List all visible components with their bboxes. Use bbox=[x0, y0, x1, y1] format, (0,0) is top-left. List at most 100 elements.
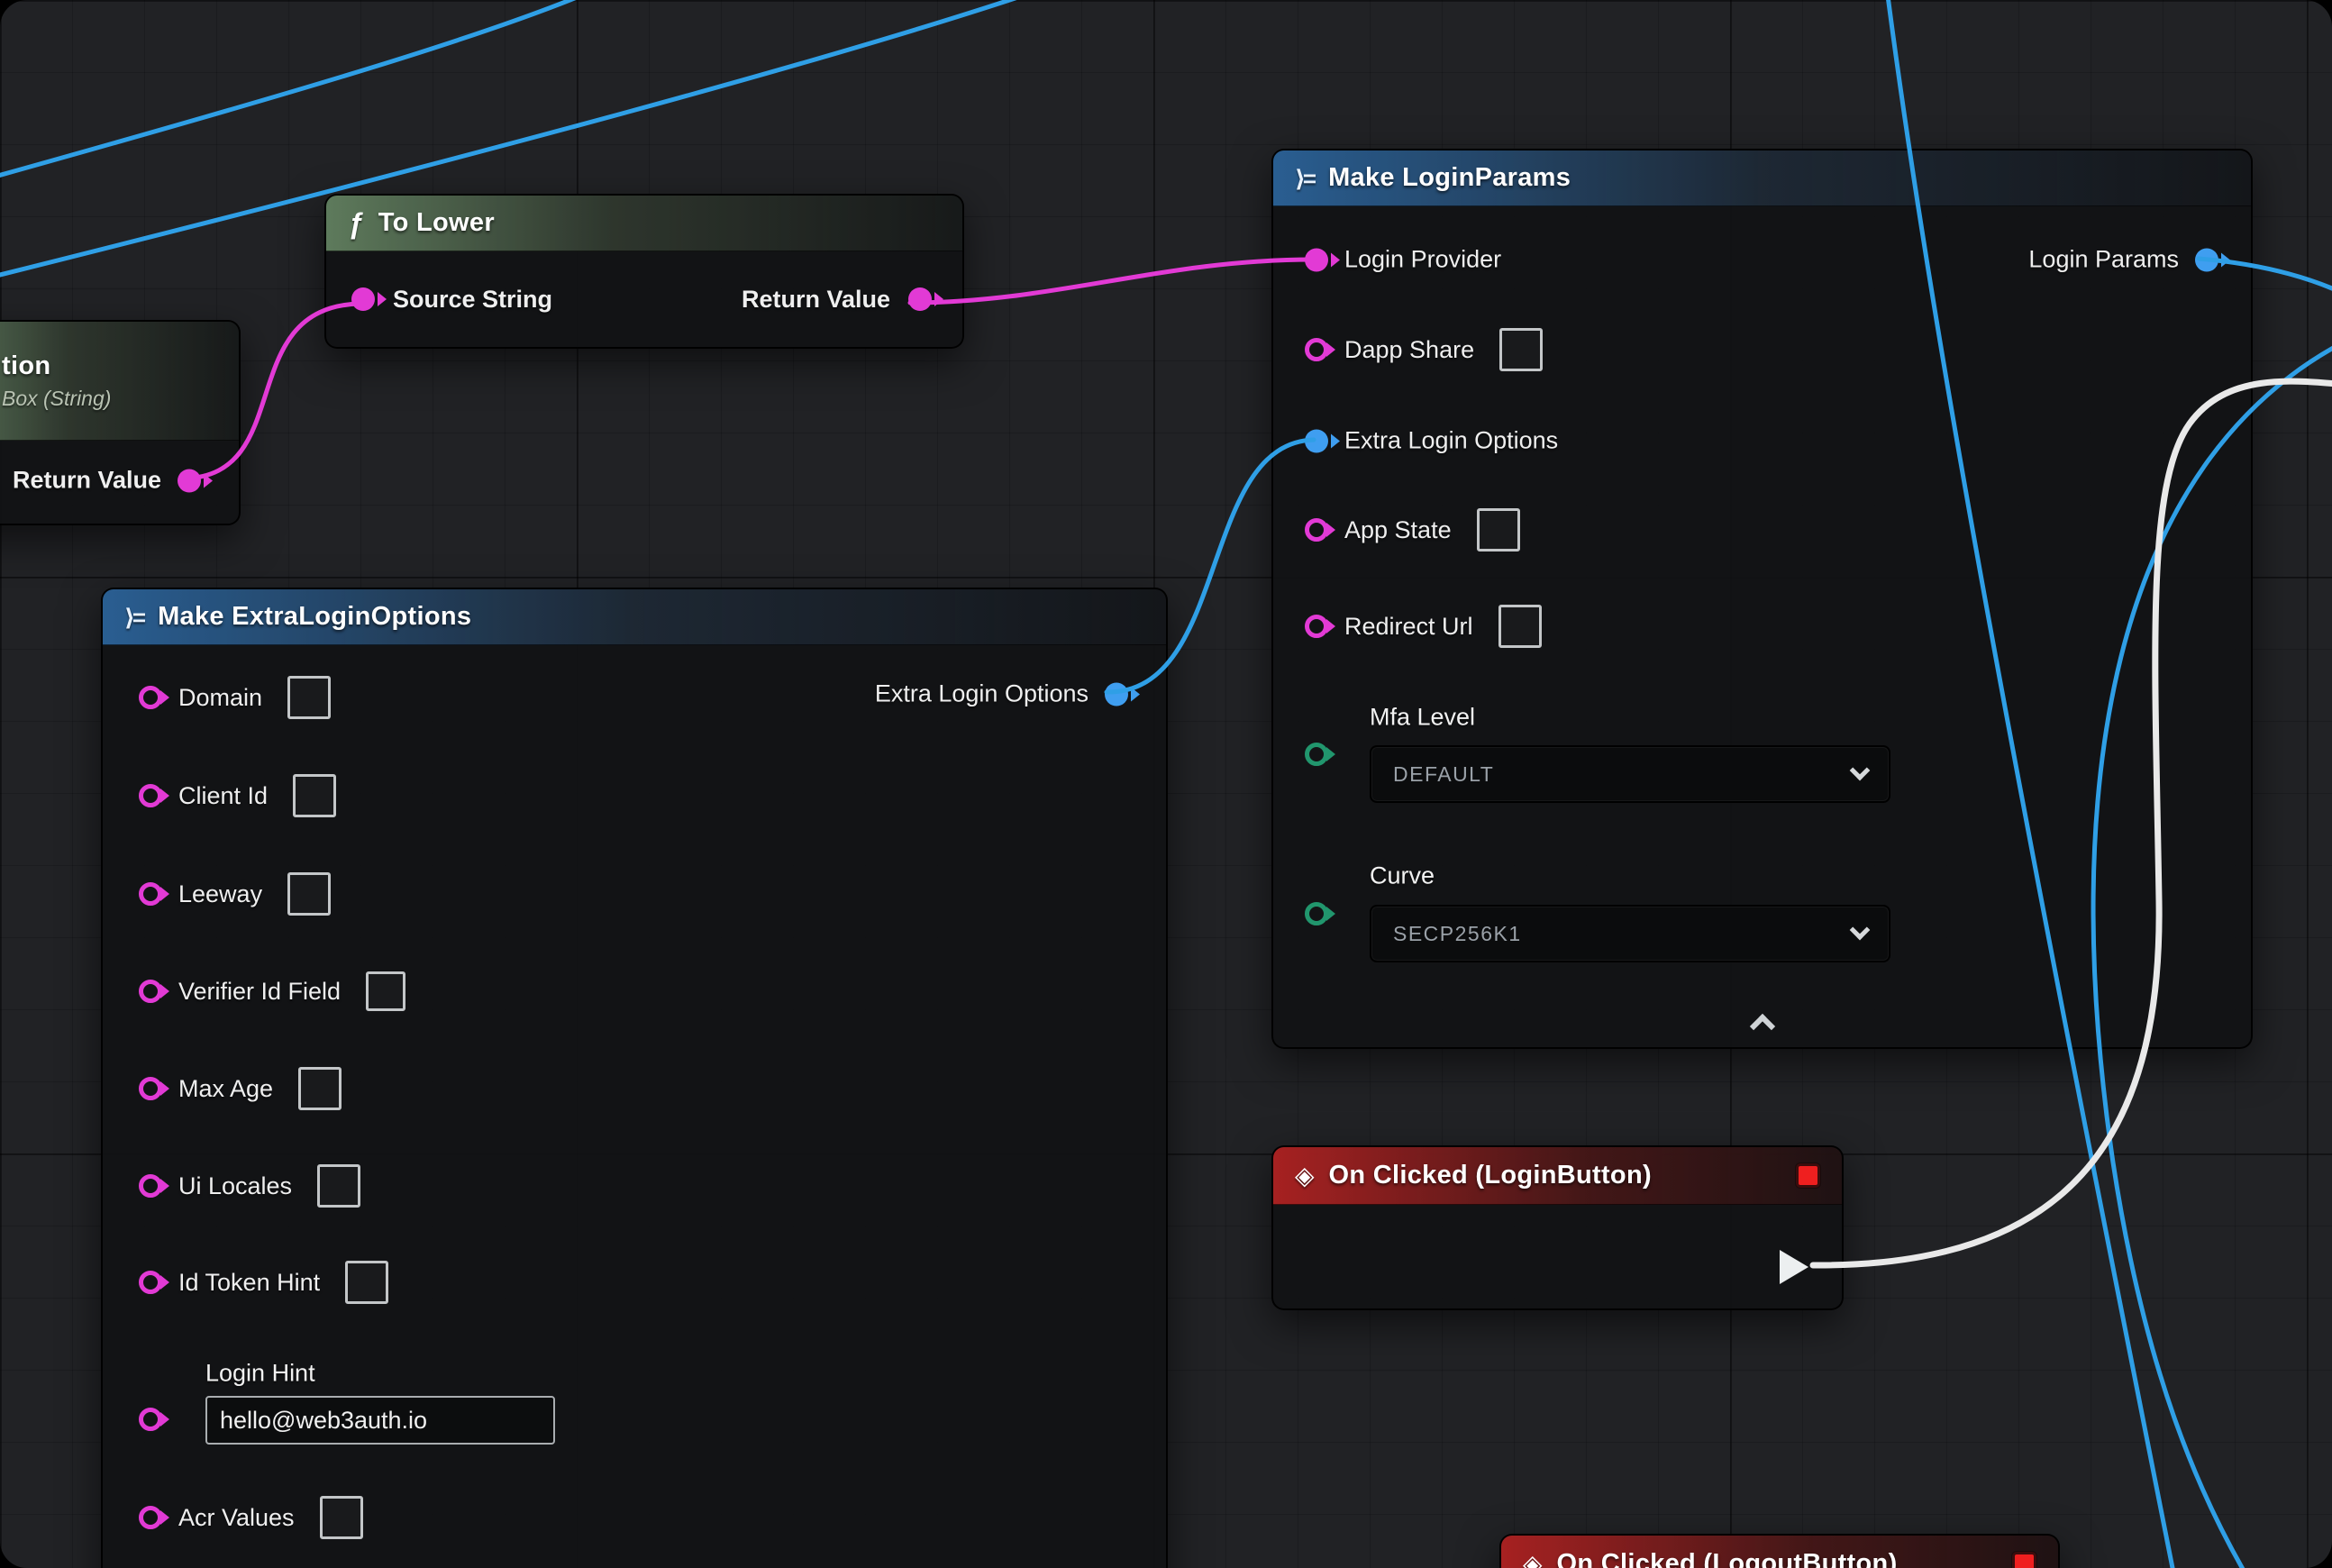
curve-selected-value: SECP256K1 bbox=[1393, 922, 1522, 946]
pin-label: Source String bbox=[393, 286, 552, 314]
make-struct-icon: ⟩= bbox=[1295, 167, 1314, 190]
pin-row: Max Age bbox=[139, 1067, 342, 1110]
on-clicked-login-header[interactable]: ◈ On Clicked (LoginButton) bbox=[1273, 1147, 1842, 1205]
pin-label: Domain bbox=[178, 684, 262, 712]
clipped-node-header[interactable]: tion Box (String) bbox=[0, 322, 239, 441]
curve-input-pin[interactable] bbox=[1305, 902, 1328, 925]
max-age-value-checkbox[interactable] bbox=[298, 1067, 342, 1110]
source-string-input-pin[interactable] bbox=[351, 287, 375, 311]
leeway-input-pin[interactable] bbox=[139, 882, 162, 906]
event-red-box-icon[interactable] bbox=[1796, 1163, 1820, 1188]
curve-dropdown[interactable]: SECP256K1 bbox=[1370, 905, 1890, 962]
mfa-level-selected-value: DEFAULT bbox=[1393, 762, 1494, 787]
pin-label: Extra Login Options bbox=[875, 680, 1089, 708]
pin-row: Login Params bbox=[2028, 246, 2218, 274]
node-title: tion bbox=[2, 351, 50, 381]
pin-label: Ui Locales bbox=[178, 1172, 292, 1200]
dapp-share-value-checkbox[interactable] bbox=[1499, 328, 1543, 371]
pin-row: Ui Locales bbox=[139, 1164, 360, 1208]
wire bbox=[910, 260, 1314, 303]
pin-label: Max Age bbox=[178, 1075, 273, 1103]
acr-values-value-checkbox[interactable] bbox=[320, 1496, 363, 1539]
make-extra-login-options-node[interactable]: ⟩= Make ExtraLoginOptions Domain Client … bbox=[101, 588, 1168, 1568]
exec-output-pin[interactable] bbox=[1780, 1250, 1808, 1284]
login-hint-input-pin[interactable] bbox=[139, 1408, 162, 1431]
pin-row: Return Value bbox=[13, 467, 201, 495]
mfa-level-dropdown[interactable]: DEFAULT bbox=[1370, 745, 1890, 803]
node-title: To Lower bbox=[378, 208, 495, 238]
login-provider-input-pin[interactable] bbox=[1305, 248, 1328, 271]
return-value-output-pin[interactable] bbox=[908, 287, 932, 311]
pin-label: Id Token Hint bbox=[178, 1269, 320, 1297]
on-clicked-logout-button-node[interactable]: ◈ On Clicked (LogoutButton) bbox=[1499, 1534, 2060, 1568]
return-value-output-pin[interactable] bbox=[178, 469, 201, 492]
pin-label: Login Hint bbox=[205, 1360, 315, 1388]
redirect-url-input-pin[interactable] bbox=[1305, 615, 1328, 638]
node-title: Make LoginParams bbox=[1328, 163, 1571, 193]
collapse-node-chevron-icon[interactable] bbox=[1749, 1014, 1774, 1039]
chevron-down-icon bbox=[1850, 920, 1871, 941]
to-lower-node[interactable]: ƒ To Lower Source String Return Value bbox=[324, 194, 964, 349]
client-id-value-checkbox[interactable] bbox=[293, 774, 336, 817]
extra-login-options-output-pin[interactable] bbox=[1105, 682, 1128, 706]
client-id-input-pin[interactable] bbox=[139, 784, 162, 807]
pin-label: Leeway bbox=[178, 880, 262, 908]
pin-label: Login Provider bbox=[1344, 246, 1501, 274]
pin-row: Leeway bbox=[139, 872, 331, 916]
verifier-id-field-value-checkbox[interactable] bbox=[366, 971, 405, 1011]
pin-label: App State bbox=[1344, 516, 1452, 544]
ui-locales-input-pin[interactable] bbox=[139, 1174, 162, 1198]
ui-locales-value-checkbox[interactable] bbox=[317, 1164, 360, 1208]
wire bbox=[0, 0, 613, 180]
chevron-down-icon bbox=[1850, 761, 1871, 781]
pin-row: Domain bbox=[139, 676, 331, 719]
pin-label: Verifier Id Field bbox=[178, 978, 341, 1006]
make-login-params-header[interactable]: ⟩= Make LoginParams bbox=[1273, 150, 2251, 206]
pin-label: Return Value bbox=[13, 467, 161, 495]
dapp-share-input-pin[interactable] bbox=[1305, 338, 1328, 361]
on-clicked-logout-header[interactable]: ◈ On Clicked (LogoutButton) bbox=[1501, 1536, 2058, 1568]
domain-value-checkbox[interactable] bbox=[287, 676, 331, 719]
domain-input-pin[interactable] bbox=[139, 686, 162, 709]
app-state-value-checkbox[interactable] bbox=[1477, 508, 1520, 552]
pin-label: Extra Login Options bbox=[1344, 427, 1558, 455]
pin-row: Extra Login Options bbox=[875, 680, 1128, 708]
make-extra-login-options-header[interactable]: ⟩= Make ExtraLoginOptions bbox=[103, 589, 1166, 645]
make-login-params-node[interactable]: ⟩= Make LoginParams Login Provider Dapp … bbox=[1271, 149, 2253, 1049]
pin-row: Redirect Url bbox=[1305, 605, 1542, 648]
id-token-hint-value-checkbox[interactable] bbox=[345, 1261, 388, 1304]
node-title: On Clicked (LoginButton) bbox=[1329, 1161, 1652, 1190]
login-params-output-pin[interactable] bbox=[2195, 248, 2218, 271]
node-subtitle: Box (String) bbox=[2, 387, 111, 411]
pin-row: Id Token Hint bbox=[139, 1261, 388, 1304]
clipped-string-node[interactable]: tion Box (String) Return Value bbox=[0, 320, 241, 525]
pin-label: Acr Values bbox=[178, 1504, 295, 1532]
verifier-id-field-input-pin[interactable] bbox=[139, 980, 162, 1003]
redirect-url-value-checkbox[interactable] bbox=[1498, 605, 1542, 648]
pin-label: Login Params bbox=[2028, 246, 2179, 274]
function-icon: ƒ bbox=[348, 209, 364, 238]
event-red-box-icon[interactable] bbox=[2012, 1552, 2036, 1568]
pin-label: Return Value bbox=[742, 286, 890, 314]
pin-row: App State bbox=[1305, 508, 1520, 552]
pin-row: Client Id bbox=[139, 774, 336, 817]
mfa-level-input-pin[interactable] bbox=[1305, 743, 1328, 766]
pin-label: Dapp Share bbox=[1344, 336, 1474, 364]
blueprint-graph-canvas[interactable]: tion Box (String) Return Value ƒ To Lowe… bbox=[0, 0, 2332, 1568]
leeway-value-checkbox[interactable] bbox=[287, 872, 331, 916]
acr-values-input-pin[interactable] bbox=[139, 1506, 162, 1529]
extra-login-options-input-pin[interactable] bbox=[1305, 429, 1328, 452]
pin-label: Client Id bbox=[178, 782, 268, 810]
app-state-input-pin[interactable] bbox=[1305, 518, 1328, 542]
pin-label: Mfa Level bbox=[1370, 704, 1475, 732]
make-struct-icon: ⟩= bbox=[124, 606, 143, 629]
login-hint-text-field[interactable] bbox=[205, 1396, 555, 1445]
node-title: Make ExtraLoginOptions bbox=[158, 602, 471, 632]
node-title: On Clicked (LogoutButton) bbox=[1557, 1549, 1898, 1568]
pin-row: Verifier Id Field bbox=[139, 971, 405, 1011]
on-clicked-login-button-node[interactable]: ◈ On Clicked (LoginButton) bbox=[1271, 1145, 1844, 1310]
id-token-hint-input-pin[interactable] bbox=[139, 1271, 162, 1294]
to-lower-header[interactable]: ƒ To Lower bbox=[326, 196, 962, 251]
max-age-input-pin[interactable] bbox=[139, 1077, 162, 1100]
pin-label: Redirect Url bbox=[1344, 613, 1473, 641]
